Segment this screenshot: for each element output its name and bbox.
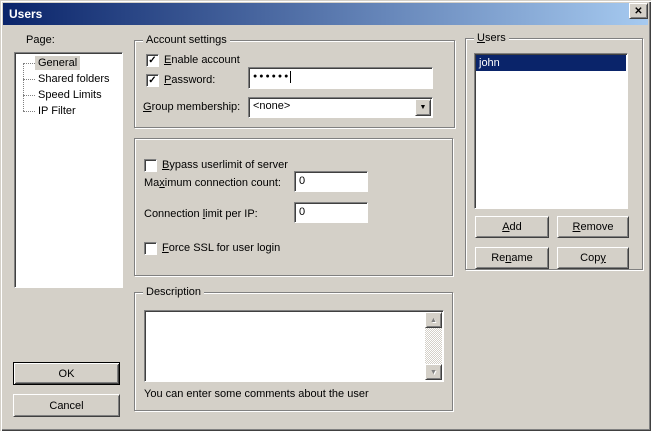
remove-button[interactable]: Remove [557, 216, 629, 238]
close-icon: ✕ [634, 6, 642, 17]
scroll-down-button[interactable]: ▼ [425, 364, 442, 380]
users-list: john [474, 53, 628, 209]
users-dialog: Users ✕ Page: General Shared folders Spe… [0, 0, 651, 431]
chevron-down-icon: ▼ [420, 99, 427, 116]
password-input[interactable]: ●●●●●● [248, 67, 433, 89]
group-users: Users john Add Remove Rename Copy [465, 38, 643, 270]
max-connection-count-label: Maximum connection count: [144, 177, 281, 190]
group-description-title: Description [143, 286, 204, 299]
bypass-userlimit-checkbox[interactable]: ✓ Bypass userlimit of server [144, 159, 288, 172]
scroll-up-button[interactable]: ▲ [425, 312, 442, 328]
checkbox-box: ✓ [144, 242, 157, 255]
checkbox-box: ✓ [146, 54, 159, 67]
group-membership-value: <none> [253, 100, 290, 112]
scroll-down-icon: ▼ [430, 369, 437, 376]
scroll-up-icon: ▲ [430, 317, 437, 324]
connection-limit-per-ip-input[interactable]: 0 [294, 202, 368, 223]
bypass-userlimit-label: Bypass userlimit of server [162, 159, 288, 172]
group-description: Description ▲ ▼ You can enter some comme… [134, 292, 453, 411]
tree-item-shared-folders[interactable]: Shared folders [17, 71, 120, 87]
add-button[interactable]: Add [475, 216, 549, 238]
group-account-settings-title: Account settings [143, 34, 230, 47]
dropdown-button[interactable]: ▼ [415, 99, 431, 116]
tree-item-label: Shared folders [35, 72, 113, 86]
description-textarea[interactable]: ▲ ▼ [144, 310, 444, 382]
description-hint: You can enter some comments about the us… [144, 388, 369, 401]
force-ssl-checkbox[interactable]: ✓ Force SSL for user login [144, 242, 280, 255]
window-title: Users [3, 7, 42, 21]
tree-item-speed-limits[interactable]: Speed Limits [17, 87, 120, 103]
cancel-button[interactable]: Cancel [13, 394, 120, 417]
enable-account-label: Enable account [164, 54, 240, 67]
list-item-john[interactable]: john [476, 55, 626, 71]
tree-item-general[interactable]: General [17, 55, 120, 71]
titlebar[interactable]: Users [3, 3, 648, 25]
group-membership-select[interactable]: <none> ▼ [248, 97, 433, 118]
connection-limit-per-ip-label: Connection limit per IP: [144, 208, 258, 221]
page-label: Page: [26, 34, 55, 47]
group-membership-label: Group membership: [143, 101, 240, 114]
force-ssl-label: Force SSL for user login [162, 242, 280, 255]
tree-item-label: General [35, 56, 80, 70]
ok-button[interactable]: OK [13, 362, 120, 385]
max-connection-count-input[interactable]: 0 [294, 171, 368, 192]
tree-item-label: IP Filter [35, 104, 79, 118]
text-caret [290, 71, 291, 83]
page-tree: General Shared folders Speed Limits IP F… [14, 52, 123, 288]
group-connection-limits: ✓ Bypass userlimit of server Maximum con… [134, 138, 453, 276]
checkbox-box: ✓ [146, 74, 159, 87]
checkmark-icon: ✓ [148, 76, 156, 86]
close-button[interactable]: ✕ [629, 3, 648, 19]
description-scrollbar[interactable]: ▲ ▼ [425, 312, 442, 380]
checkbox-box: ✓ [144, 159, 157, 172]
enable-account-checkbox[interactable]: ✓ Enable account [146, 54, 240, 67]
group-account-settings: Account settings ✓ Enable account ✓ Pass… [134, 40, 455, 128]
scrollbar-track[interactable] [425, 328, 442, 364]
checkmark-icon: ✓ [148, 56, 156, 66]
rename-button[interactable]: Rename [475, 247, 549, 269]
copy-button[interactable]: Copy [557, 247, 629, 269]
password-checkbox[interactable]: ✓ Password: [146, 74, 215, 87]
tree-item-ip-filter[interactable]: IP Filter [17, 103, 120, 119]
tree-item-label: Speed Limits [35, 88, 105, 102]
group-users-title: Users [474, 32, 509, 45]
password-value: ●●●●●● [253, 73, 290, 80]
password-label: Password: [164, 74, 215, 87]
